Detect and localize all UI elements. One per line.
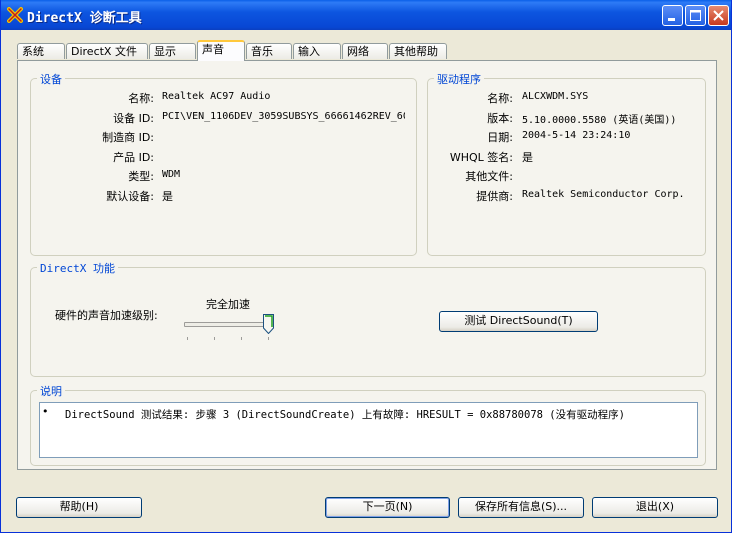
save-all-info-button[interactable]: 保存所有信息(S)... — [458, 497, 584, 518]
slider-tick — [187, 337, 188, 340]
slider-tick — [241, 337, 242, 340]
type-value: WDM — [162, 169, 181, 180]
device-name-value: Realtek AC97 Audio — [162, 91, 271, 102]
test-directsound-button[interactable]: 测试 DirectSound(T) — [439, 311, 598, 332]
accel-level-value: 完全加速 — [206, 298, 250, 311]
driver-version-value: 5.10.0000.5580 (英语(美国)) — [522, 115, 677, 126]
whql-value: 是 — [522, 151, 533, 164]
window-title: DirectX 诊断工具 — [27, 11, 142, 26]
tab-directx-files[interactable]: DirectX 文件 — [66, 43, 148, 59]
driver-name-value: ALCXWDM.SYS — [522, 91, 589, 102]
directx-features-label: DirectX 功能 — [37, 260, 118, 276]
tab-network[interactable]: 网络 — [342, 43, 388, 59]
tab-input[interactable]: 输入 — [293, 43, 341, 59]
slider-tick — [268, 337, 269, 340]
driver-date-label: 日期: — [487, 131, 513, 144]
minimize-button[interactable] — [662, 5, 683, 26]
accel-level-label: 硬件的声音加速级别: — [55, 309, 158, 322]
notes-group-label: 说明 — [37, 383, 65, 399]
directx-icon — [7, 7, 23, 23]
tab-music[interactable]: 音乐 — [246, 43, 292, 59]
slider-tick — [214, 337, 215, 340]
device-id-label: 设备 ID: — [113, 112, 154, 125]
minimize-icon — [668, 18, 675, 21]
close-icon — [713, 10, 724, 21]
driver-group-label: 驱动程序 — [434, 71, 484, 87]
dxdiag-window: DirectX 诊断工具 系统 DirectX 文件 显示 声音 音乐 输入 网… — [0, 0, 732, 533]
driver-version-label: 版本: — [487, 112, 513, 125]
device-group-label: 设备 — [37, 71, 65, 87]
notes-textbox[interactable]: • DirectSound 测试结果: 步骤 3 (DirectSoundCre… — [39, 402, 698, 458]
accel-slider-thumb[interactable] — [263, 314, 274, 334]
default-device-value: 是 — [162, 190, 173, 203]
manufacturer-id-label: 制造商 ID: — [102, 131, 154, 144]
provider-label: 提供商: — [476, 190, 513, 203]
maximize-icon — [690, 10, 701, 21]
next-page-button[interactable]: 下一页(N) — [325, 497, 450, 518]
device-id-value: PCI\VEN_1106DEV_3059SUBSYS_66661462REV_6… — [162, 111, 405, 122]
notes-text: DirectSound 测试结果: 步骤 3 (DirectSoundCreat… — [65, 409, 625, 421]
whql-label: WHQL 签名: — [449, 151, 513, 164]
tab-system[interactable]: 系统 — [17, 43, 65, 59]
exit-button[interactable]: 退出(X) — [592, 497, 718, 518]
tab-sound[interactable]: 声音 — [197, 40, 245, 61]
accel-slider-track[interactable] — [184, 322, 272, 327]
other-files-label: 其他文件: — [465, 170, 513, 183]
provider-value: Realtek Semiconductor Corp. — [522, 189, 685, 200]
close-button[interactable] — [708, 5, 729, 26]
product-id-label: 产品 ID: — [113, 151, 154, 164]
tab-more-help[interactable]: 其他帮助 — [389, 43, 447, 59]
help-button[interactable]: 帮助(H) — [16, 497, 142, 518]
maximize-button[interactable] — [685, 5, 706, 26]
driver-date-value: 2004-5-14 23:24:10 — [522, 130, 631, 141]
device-name-label: 名称: — [128, 92, 154, 105]
tab-display[interactable]: 显示 — [149, 43, 196, 59]
title-bar[interactable]: DirectX 诊断工具 — [1, 0, 731, 30]
type-label: 类型: — [128, 170, 154, 183]
notes-bullet: • — [42, 405, 49, 418]
default-device-label: 默认设备: — [106, 190, 154, 203]
driver-name-label: 名称: — [487, 92, 513, 105]
